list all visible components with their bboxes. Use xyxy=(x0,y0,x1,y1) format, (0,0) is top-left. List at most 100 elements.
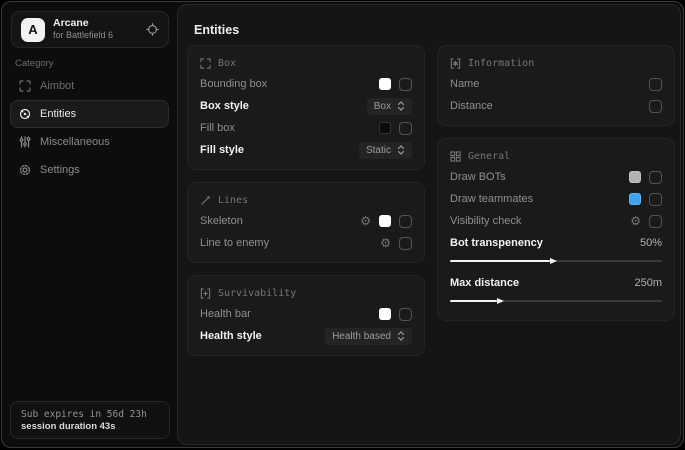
row-health-style: Health style Health based xyxy=(200,325,412,347)
gear-icon[interactable]: ⚙ xyxy=(360,215,371,227)
row-name: Name xyxy=(450,73,662,95)
row-bounding-box: Bounding box xyxy=(200,73,412,95)
row-label: Health style xyxy=(200,330,262,342)
color-swatch[interactable] xyxy=(379,122,391,134)
row-health-bar: Health bar xyxy=(200,303,412,325)
card-lines: Lines Skeleton ⚙ Line to enemy ⚙ xyxy=(187,182,425,263)
brand-name: Arcane xyxy=(53,17,138,30)
slider-value: 250m xyxy=(634,277,662,289)
right-column: Information Name Distance General xyxy=(437,45,675,356)
session-duration: session duration 43s xyxy=(21,421,159,432)
row-draw-bots: Draw BOTs xyxy=(450,166,662,188)
chevron-updown-icon xyxy=(397,331,405,341)
row-bot-transparency: Bot transpenency 50% xyxy=(450,232,662,254)
aimbot-icon xyxy=(18,80,31,92)
brand-avatar: A xyxy=(21,18,45,42)
page-title: Entities xyxy=(194,23,239,37)
brand-text: Arcane for Battlefield 6 xyxy=(53,17,138,41)
card-box: Box Bounding box Box style Box xyxy=(187,45,425,170)
subscription-box: Sub expires in 56d 23h session duration … xyxy=(10,401,170,439)
sidebar-item-miscellaneous[interactable]: Miscellaneous xyxy=(10,128,169,156)
row-label: Skeleton xyxy=(200,215,243,227)
row-max-distance: Max distance 250m xyxy=(450,272,662,294)
color-swatch[interactable] xyxy=(629,193,641,205)
row-line-to-enemy: Line to enemy ⚙ xyxy=(200,232,412,254)
bounding-box-checkbox[interactable] xyxy=(399,78,412,91)
slider-thumb[interactable] xyxy=(497,298,504,304)
subscription-expiry: Sub expires in 56d 23h xyxy=(21,409,159,420)
row-label: Max distance xyxy=(450,277,519,289)
card-survivability: Survivability Health bar Health style He… xyxy=(187,275,425,356)
line-to-enemy-checkbox[interactable] xyxy=(399,237,412,250)
card-survivability-header: Survivability xyxy=(200,283,412,303)
health-bar-checkbox[interactable] xyxy=(399,308,412,321)
visibility-check-checkbox[interactable] xyxy=(649,215,662,228)
row-fill-style: Fill style Static xyxy=(200,139,412,161)
slider-fill xyxy=(450,260,550,263)
card-title: Information xyxy=(468,58,534,69)
slider-fill xyxy=(450,300,497,303)
row-skeleton: Skeleton ⚙ xyxy=(200,210,412,232)
category-label: Category xyxy=(15,58,54,69)
row-fill-box: Fill box xyxy=(200,117,412,139)
gear-icon[interactable]: ⚙ xyxy=(380,237,391,249)
row-distance: Distance xyxy=(450,95,662,117)
row-label: Visibility check xyxy=(450,215,521,227)
sliders-icon xyxy=(18,136,31,148)
row-label: Line to enemy xyxy=(200,237,269,249)
sidebar-item-aimbot[interactable]: Aimbot xyxy=(10,72,169,100)
health-style-dropdown[interactable]: Health based xyxy=(325,328,412,345)
skeleton-checkbox[interactable] xyxy=(399,215,412,228)
sidebar-item-label: Miscellaneous xyxy=(40,136,110,148)
row-label: Bounding box xyxy=(200,78,267,90)
row-label: Health bar xyxy=(200,308,251,320)
survivability-icon xyxy=(200,288,211,299)
main-panel: Entities Box Bounding box xyxy=(177,4,681,445)
card-columns: Box Bounding box Box style Box xyxy=(187,45,675,356)
card-box-header: Box xyxy=(200,53,412,73)
dropdown-value: Health based xyxy=(332,331,391,342)
card-title: General xyxy=(468,151,510,162)
sidebar-item-entities[interactable]: Entities xyxy=(10,100,169,128)
information-icon xyxy=(450,58,461,69)
dropdown-value: Box xyxy=(374,101,391,112)
row-label: Name xyxy=(450,78,479,90)
color-swatch[interactable] xyxy=(379,308,391,320)
slider-track[interactable] xyxy=(450,260,662,263)
app-window: A Arcane for Battlefield 6 Category Aimb… xyxy=(1,1,684,448)
chevron-updown-icon xyxy=(397,101,405,111)
brand-subtitle: for Battlefield 6 xyxy=(53,30,138,41)
draw-teammates-checkbox[interactable] xyxy=(649,193,662,206)
max-distance-slider[interactable] xyxy=(450,296,662,306)
fill-box-checkbox[interactable] xyxy=(399,122,412,135)
brand-card: A Arcane for Battlefield 6 xyxy=(11,11,169,48)
gear-icon[interactable]: ⚙ xyxy=(630,215,641,227)
sidebar-nav: Aimbot Entities Miscellaneous Settings xyxy=(10,72,169,184)
card-title: Box xyxy=(218,58,236,69)
name-checkbox[interactable] xyxy=(649,78,662,91)
draw-bots-checkbox[interactable] xyxy=(649,171,662,184)
color-swatch[interactable] xyxy=(379,215,391,227)
crosshair-icon[interactable] xyxy=(146,23,159,36)
color-swatch[interactable] xyxy=(379,78,391,90)
sidebar-item-label: Entities xyxy=(40,108,76,120)
sidebar-item-settings[interactable]: Settings xyxy=(10,156,169,184)
box-style-dropdown[interactable]: Box xyxy=(367,98,412,115)
color-swatch[interactable] xyxy=(629,171,641,183)
row-label: Fill style xyxy=(200,144,244,156)
chevron-updown-icon xyxy=(397,145,405,155)
slider-thumb[interactable] xyxy=(550,258,557,264)
slider-track[interactable] xyxy=(450,300,662,303)
slider-value: 50% xyxy=(640,237,662,249)
card-lines-header: Lines xyxy=(200,190,412,210)
card-title: Survivability xyxy=(218,288,296,299)
fill-style-dropdown[interactable]: Static xyxy=(359,142,412,159)
card-information: Information Name Distance xyxy=(437,45,675,126)
bot-transparency-slider[interactable] xyxy=(450,256,662,266)
distance-checkbox[interactable] xyxy=(649,100,662,113)
entities-icon xyxy=(18,108,31,120)
row-label: Fill box xyxy=(200,122,235,134)
row-box-style: Box style Box xyxy=(200,95,412,117)
row-label: Draw teammates xyxy=(450,193,533,205)
left-column: Box Bounding box Box style Box xyxy=(187,45,425,356)
